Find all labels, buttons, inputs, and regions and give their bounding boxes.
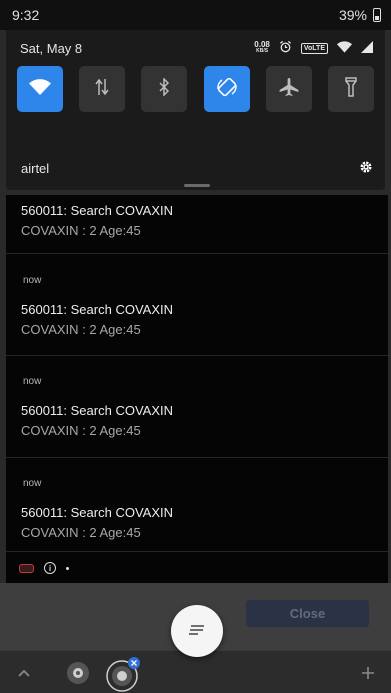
battery-icon	[373, 8, 381, 22]
airplane-mode-icon	[279, 77, 299, 101]
dot-separator-icon	[66, 566, 69, 570]
header-status-icons: 0.08 KB/S VoLTE	[254, 40, 373, 56]
lines-icon	[189, 622, 205, 640]
notification-title: 560011: Search COVAXIN	[21, 505, 173, 520]
volte-badge: VoLTE	[300, 42, 328, 54]
network-speed-value: 0.08	[254, 40, 270, 49]
status-bar: 9:32 39%	[0, 0, 391, 30]
drag-handle[interactable]	[184, 184, 210, 187]
bluetooth-tile[interactable]	[141, 66, 188, 112]
notification-footer: i	[6, 555, 388, 581]
notification-time: now	[23, 275, 42, 286]
status-time: 9:32	[12, 7, 40, 23]
chevron-up-icon[interactable]	[17, 665, 31, 683]
status-right-group: 39%	[339, 7, 381, 23]
carrier-name: airtel	[21, 160, 50, 176]
mobile-data-icon	[94, 78, 110, 101]
quick-settings-header: Sat, May 8 0.08 KB/S VoLTE	[6, 30, 385, 66]
mobile-data-tile[interactable]	[79, 66, 126, 112]
battery-percent: 39%	[338, 7, 367, 23]
alarm-icon	[279, 40, 292, 56]
notification-item[interactable]: 560011: Search COVAXIN COVAXIN : 2 Age:4…	[6, 195, 388, 254]
notification-text: COVAXIN : 2 Age:45	[21, 423, 141, 438]
notification-title: 560011: Search COVAXIN	[21, 203, 173, 218]
app-logo-icon	[19, 563, 34, 573]
quick-tiles-row	[6, 66, 385, 112]
notification-item[interactable]: now 560011: Search COVAXIN COVAXIN : 2 A…	[6, 459, 388, 552]
date-label[interactable]: Sat, May 8	[20, 41, 82, 56]
notification-text: COVAXIN : 2 Age:45	[21, 525, 141, 540]
notification-item[interactable]: now 560011: Search COVAXIN COVAXIN : 2 A…	[6, 255, 388, 356]
wifi-signal-icon	[337, 40, 352, 56]
airplane-mode-tile[interactable]	[265, 66, 312, 112]
settings-gear-icon[interactable]	[359, 160, 373, 177]
bluetooth-icon	[158, 76, 170, 101]
notification-title: 560011: Search COVAXIN	[21, 403, 173, 418]
auto-rotate-tile[interactable]	[203, 66, 250, 112]
notification-item[interactable]: now 560011: Search COVAXIN COVAXIN : 2 A…	[6, 357, 388, 458]
network-speed-unit: KB/S	[256, 48, 269, 54]
selected-app-bubble-icon[interactable]	[105, 655, 143, 693]
flashlight-tile[interactable]	[327, 66, 374, 112]
notification-time: now	[23, 478, 42, 489]
notification-text: COVAXIN : 2 Age:45	[21, 223, 141, 238]
info-icon[interactable]: i	[44, 562, 56, 574]
carrier-row: airtel	[6, 150, 385, 186]
add-icon[interactable]	[361, 666, 375, 685]
notification-list: 560011: Search COVAXIN COVAXIN : 2 Age:4…	[6, 195, 388, 583]
notification-text: COVAXIN : 2 Age:45	[21, 322, 141, 337]
cell-signal-icon	[361, 40, 373, 56]
network-speed-indicator: 0.08 KB/S	[254, 41, 270, 55]
quick-settings-panel: Sat, May 8 0.08 KB/S VoLTE airtel	[6, 30, 385, 190]
app-bubble-icon[interactable]	[66, 661, 90, 690]
wifi-tile[interactable]	[17, 66, 63, 112]
auto-rotate-icon	[216, 76, 238, 103]
close-button[interactable]: Close	[246, 600, 369, 627]
flashlight-icon	[345, 76, 357, 102]
wifi-icon	[29, 78, 51, 100]
notification-time: now	[23, 376, 42, 387]
notification-title: 560011: Search COVAXIN	[21, 302, 173, 317]
notes-fab-button[interactable]	[171, 605, 223, 657]
